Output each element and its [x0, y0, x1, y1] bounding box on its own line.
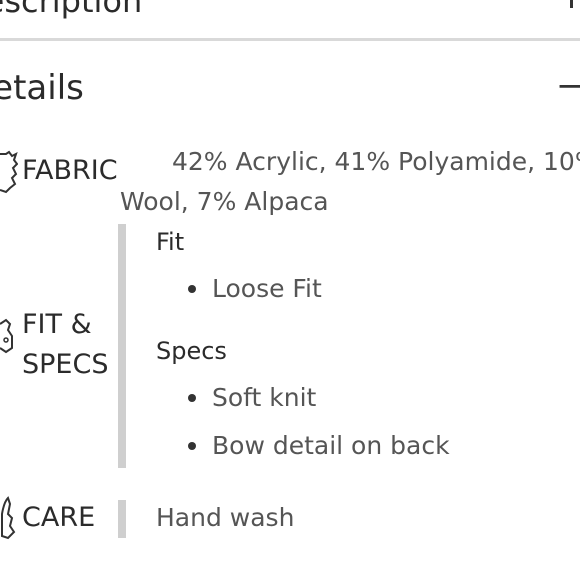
specs-list-item: Soft knit [188, 383, 316, 412]
fit-item-text: Loose Fit [212, 274, 322, 303]
hanger-tag-icon [0, 318, 13, 354]
description-title: Description [0, 0, 143, 20]
description-toggle-icon[interactable] [570, 0, 573, 8]
details-title: Details [0, 68, 84, 108]
specs-item-text: Soft knit [212, 383, 317, 412]
fit-heading: Fit [156, 228, 185, 256]
care-divider-bar [118, 500, 126, 538]
fit-specs-label-line2: SPECS [22, 349, 109, 380]
fabric-value-line1: 42% Acrylic, 41% Polyamide, 10% [172, 147, 580, 176]
care-value: Hand wash [156, 503, 295, 532]
collapse-icon[interactable]: − [556, 66, 580, 106]
bullet-dot [188, 393, 196, 402]
bullet-dot [188, 441, 196, 450]
hand-wash-icon [0, 496, 16, 540]
accordion-divider [0, 38, 580, 41]
details-accordion-header[interactable]: Details − [0, 62, 580, 118]
description-accordion-header[interactable]: Description [0, 0, 580, 40]
fit-list-item: Loose Fit [188, 274, 322, 303]
specs-list-item: Bow detail on back [188, 431, 450, 460]
fit-specs-label-line1: FIT & [22, 309, 92, 340]
specs-heading: Specs [156, 337, 227, 365]
product-details-panel: Description Details − FABRIC 42% Acrylic… [0, 0, 580, 579]
bullet-dot [188, 284, 196, 293]
fabric-swatch-icon [0, 150, 18, 194]
fabric-label: FABRIC [22, 155, 118, 186]
fit-specs-divider-bar [118, 224, 126, 468]
care-label: CARE [22, 502, 96, 533]
specs-item-text: Bow detail on back [212, 431, 450, 460]
fabric-value-line2: Wool, 7% Alpaca [120, 187, 329, 216]
